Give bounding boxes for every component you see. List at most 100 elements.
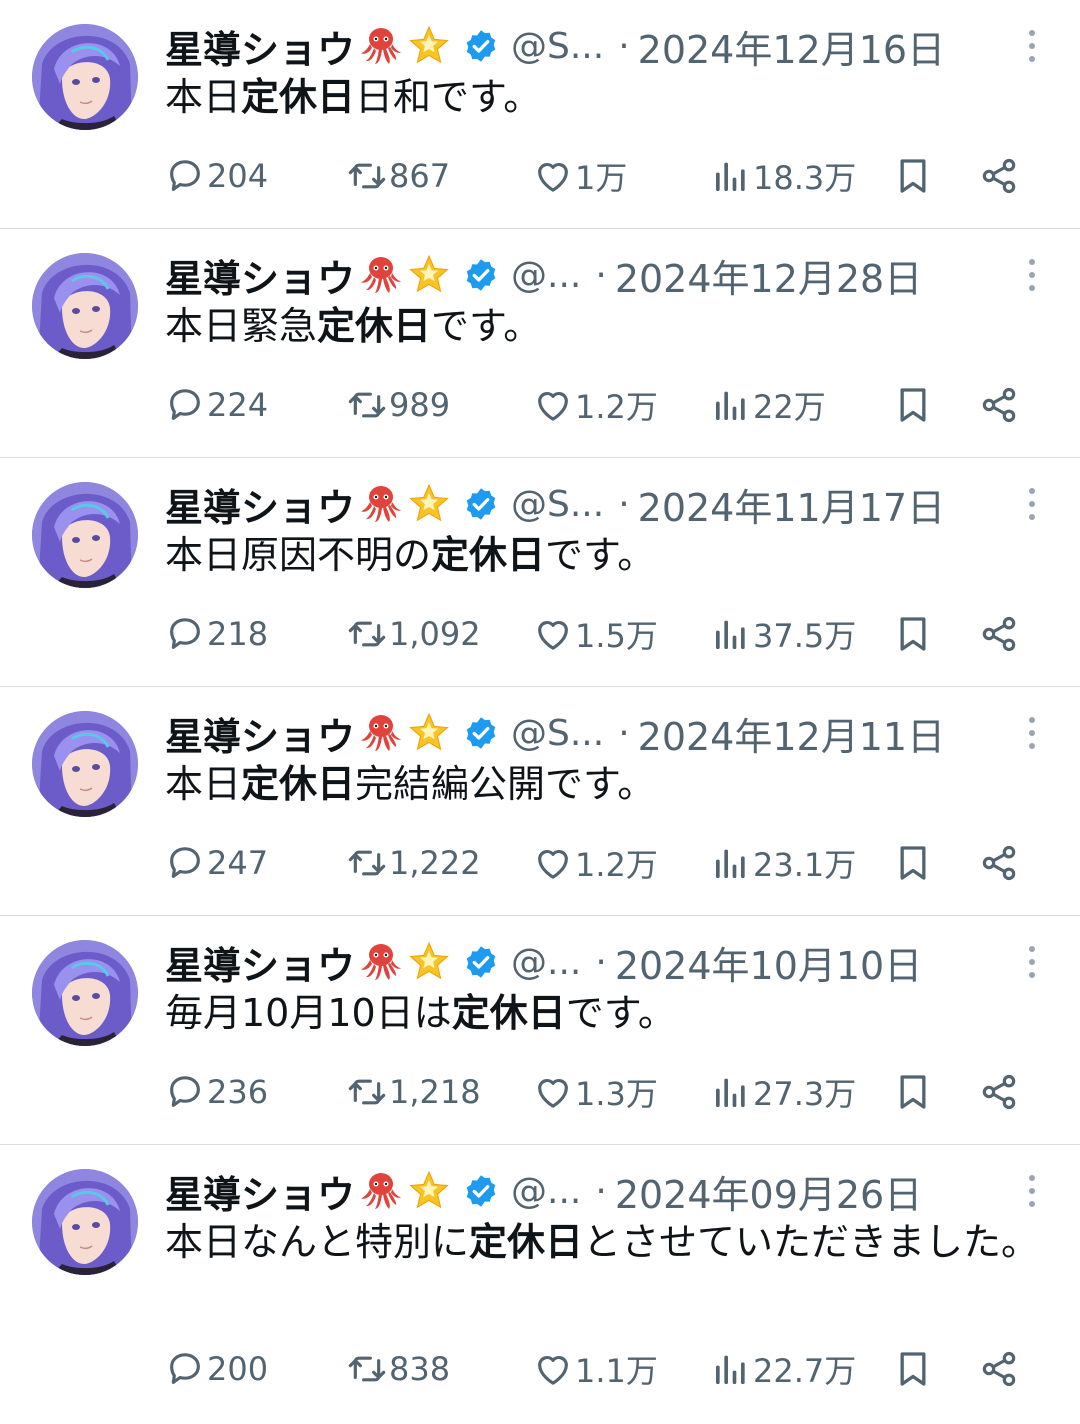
reply-button[interactable]: 218 <box>165 606 268 662</box>
separator-dot: · <box>618 483 630 525</box>
like-button[interactable]: 1万 <box>533 148 627 204</box>
views-button[interactable]: 22万 <box>711 377 826 433</box>
retweet-button[interactable]: 867 <box>347 148 450 204</box>
avatar[interactable] <box>32 940 138 1046</box>
tweet-card[interactable]: 星導ショウ @... · 2024年12月28日 本日緊急定休日です。 224 … <box>0 229 1080 458</box>
action-bar: 204 867 1万 18.3万 <box>165 148 1035 204</box>
tweet-card[interactable]: 星導ショウ @S... · 2024年11月17日 本日原因不明の定休日です。 … <box>0 458 1080 687</box>
tweet-date[interactable]: 2024年12月11日 <box>638 706 945 761</box>
reply-button[interactable]: 224 <box>165 377 268 433</box>
bar-chart-icon <box>711 843 751 883</box>
more-options-icon[interactable] <box>1024 26 1040 66</box>
views-button[interactable]: 22.7万 <box>711 1341 856 1397</box>
tweet-date[interactable]: 2024年10月10日 <box>615 935 922 990</box>
tweet-date[interactable]: 2024年11月17日 <box>638 477 945 532</box>
reply-button[interactable]: 200 <box>165 1341 268 1397</box>
bookmark-button[interactable] <box>893 377 933 433</box>
speech-bubble-icon <box>165 843 205 883</box>
views-button[interactable]: 37.5万 <box>711 606 856 662</box>
share-button[interactable] <box>979 377 1019 433</box>
retweet-button[interactable]: 1,218 <box>347 1064 481 1120</box>
verified-badge-icon <box>463 257 499 293</box>
avatar[interactable] <box>32 1169 138 1275</box>
display-name[interactable]: 星導ショウ <box>165 706 355 761</box>
display-name[interactable]: 星導ショウ <box>165 935 355 990</box>
reply-count: 247 <box>207 844 269 882</box>
avatar[interactable] <box>32 711 138 817</box>
tweet-card[interactable]: 星導ショウ @... · 2024年09月26日 本日なんと特別に定休日とさせて… <box>0 1145 1080 1424</box>
tweet-card[interactable]: 星導ショウ @S... · 2024年12月11日 本日定休日完結編公開です。 … <box>0 687 1080 916</box>
display-name[interactable]: 星導ショウ <box>165 248 355 303</box>
bookmark-button[interactable] <box>893 1064 933 1120</box>
bookmark-icon <box>893 1072 933 1112</box>
username-handle[interactable]: @... <box>511 942 581 983</box>
tweet-text-post: 完結編公開です。 <box>355 762 656 806</box>
views-button[interactable]: 23.1万 <box>711 835 856 891</box>
bookmark-button[interactable] <box>893 606 933 662</box>
tweet-date[interactable]: 2024年12月28日 <box>615 248 922 303</box>
views-button[interactable]: 18.3万 <box>711 148 856 204</box>
username-handle[interactable]: @S... <box>511 26 604 67</box>
tweet-card[interactable]: 星導ショウ @S... · 2024年12月16日 本日定休日日和です。 204… <box>0 0 1080 229</box>
retweet-count: 1,092 <box>389 615 481 653</box>
username-handle[interactable]: @S... <box>511 484 604 525</box>
bookmark-button[interactable] <box>893 835 933 891</box>
bookmark-button[interactable] <box>893 1341 933 1397</box>
like-button[interactable]: 1.2万 <box>533 377 658 433</box>
view-count: 22.7万 <box>753 1352 857 1390</box>
like-button[interactable]: 1.2万 <box>533 835 658 891</box>
like-button[interactable]: 1.1万 <box>533 1341 658 1397</box>
share-icon <box>979 1349 1019 1389</box>
username-handle[interactable]: @... <box>511 255 581 296</box>
display-name[interactable]: 星導ショウ <box>165 477 355 532</box>
more-options-icon[interactable] <box>1024 255 1040 295</box>
like-count: 1.2万 <box>575 846 658 884</box>
tweet-text: 本日定休日完結編公開です。 <box>165 759 1050 809</box>
like-button[interactable]: 1.3万 <box>533 1064 658 1120</box>
avatar[interactable] <box>32 482 138 588</box>
tweet-text-pre: 本日緊急 <box>165 304 318 348</box>
separator-dot: · <box>618 712 630 754</box>
more-options-icon[interactable] <box>1024 942 1040 982</box>
tweet-text-post: です。 <box>431 304 542 348</box>
retweet-button[interactable]: 1,222 <box>347 835 481 891</box>
views-button[interactable]: 27.3万 <box>711 1064 856 1120</box>
avatar[interactable] <box>32 253 138 359</box>
reply-count: 236 <box>207 1073 269 1111</box>
reply-button[interactable]: 247 <box>165 835 268 891</box>
share-button[interactable] <box>979 606 1019 662</box>
display-name[interactable]: 星導ショウ <box>165 19 355 74</box>
avatar[interactable] <box>32 24 138 130</box>
share-button[interactable] <box>979 148 1019 204</box>
retweet-count: 838 <box>389 1350 451 1388</box>
username-handle[interactable]: @S... <box>511 713 604 754</box>
retweet-button[interactable]: 1,092 <box>347 606 481 662</box>
retweet-button[interactable]: 838 <box>347 1341 450 1397</box>
bar-chart-icon <box>711 385 751 425</box>
separator-dot: · <box>595 941 607 983</box>
retweet-button[interactable]: 989 <box>347 377 450 433</box>
tweet-text: 毎月10月10日は定休日です。 <box>165 988 1050 1038</box>
tweet-date[interactable]: 2024年09月26日 <box>615 1164 922 1219</box>
bookmark-button[interactable] <box>893 148 933 204</box>
share-button[interactable] <box>979 835 1019 891</box>
display-name[interactable]: 星導ショウ <box>165 1164 355 1219</box>
reply-button[interactable]: 204 <box>165 148 268 204</box>
tweet-header: 星導ショウ @S... · 2024年12月16日 <box>165 18 1040 74</box>
reply-button[interactable]: 236 <box>165 1064 268 1120</box>
bookmark-icon <box>893 1349 933 1389</box>
more-options-icon[interactable] <box>1024 484 1040 524</box>
tweet-text: 本日緊急定休日です。 <box>165 301 1050 351</box>
username-handle[interactable]: @... <box>511 1171 581 1212</box>
view-count: 23.1万 <box>753 846 857 884</box>
retweet-count: 989 <box>389 386 451 424</box>
tweet-card[interactable]: 星導ショウ @... · 2024年10月10日 毎月10月10日は定休日です。… <box>0 916 1080 1145</box>
more-options-icon[interactable] <box>1024 713 1040 753</box>
tweet-header: 星導ショウ @... · 2024年10月10日 <box>165 934 1040 990</box>
more-options-icon[interactable] <box>1024 1171 1040 1211</box>
share-button[interactable] <box>979 1341 1019 1397</box>
bookmark-icon <box>893 156 933 196</box>
like-button[interactable]: 1.5万 <box>533 606 658 662</box>
tweet-date[interactable]: 2024年12月16日 <box>638 19 945 74</box>
share-button[interactable] <box>979 1064 1019 1120</box>
